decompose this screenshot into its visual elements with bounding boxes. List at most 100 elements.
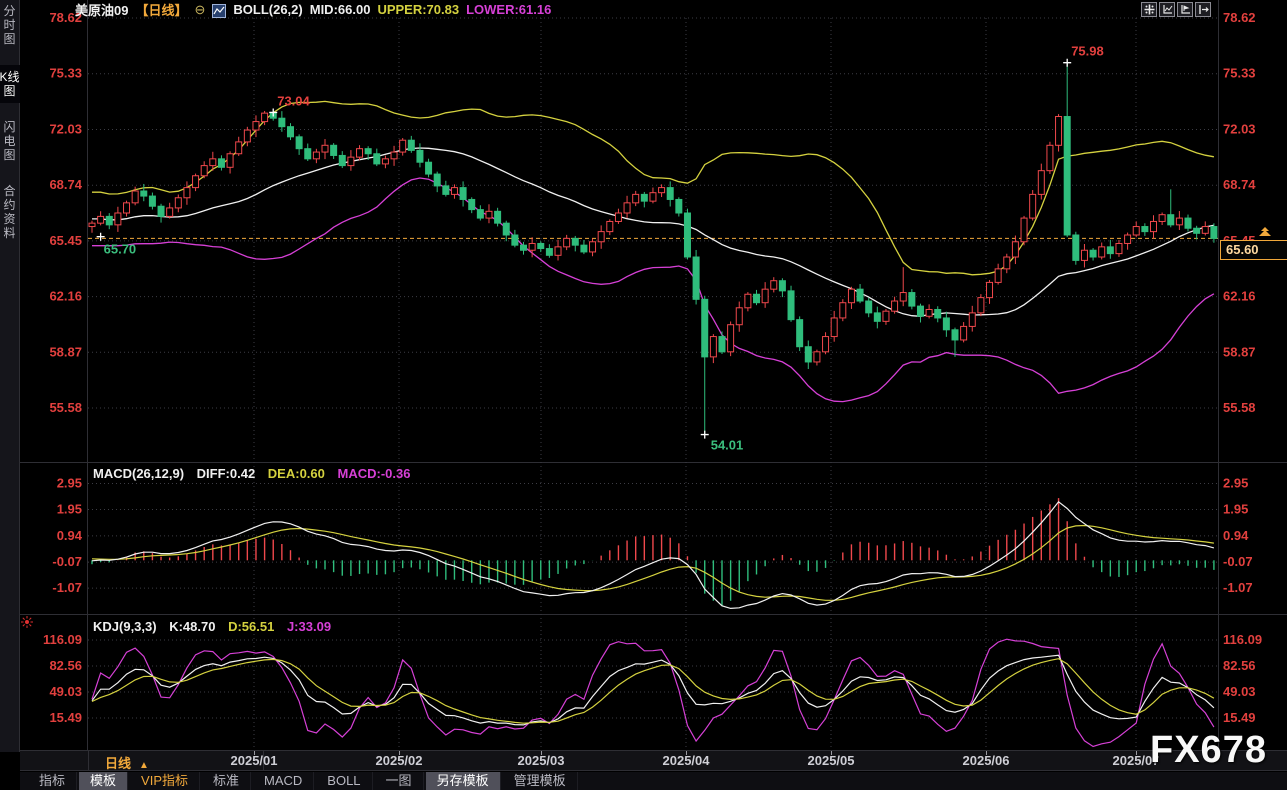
candle-body — [141, 191, 147, 196]
candle-body — [382, 159, 388, 164]
sidebar-item-kline-chart[interactable]: K线图 — [0, 65, 20, 103]
sidebar-item-flash-chart[interactable]: 闪电图 — [2, 120, 18, 162]
candle-body — [1202, 227, 1208, 234]
candle-body — [710, 337, 716, 357]
chart-header: 美原油09 【日线】 ⊖ BOLL(26,2) MID:66.00 UPPER:… — [75, 2, 558, 17]
move-tool-button[interactable] — [1141, 2, 1157, 17]
candle-body — [1099, 247, 1105, 257]
candle-body — [305, 149, 311, 159]
candle-body — [572, 238, 578, 245]
candle-body — [408, 140, 414, 150]
tab-templates[interactable]: 模板 — [79, 772, 128, 790]
sidebar-item-contract-info[interactable]: 合约资料 — [2, 184, 18, 240]
boll-chart-icon — [212, 4, 226, 18]
candle-body — [503, 223, 509, 235]
sidebar-item-time-chart[interactable]: 分时图 — [2, 4, 18, 46]
candle-body — [158, 206, 164, 216]
macd-ytick-left: 1.95 — [57, 502, 82, 517]
macd-ytick-right: -1.07 — [1223, 580, 1253, 595]
price-annotation: 73.04 — [277, 93, 310, 108]
candle-body — [590, 242, 596, 252]
candle-body — [684, 213, 690, 257]
candle-body — [702, 299, 708, 357]
macd-macd-value: MACD:-0.36 — [338, 466, 411, 481]
x-axis-label: 2025/04 — [651, 753, 721, 768]
candle-body — [236, 142, 242, 154]
current-price-box: 65.60 — [1220, 240, 1287, 260]
candle-body — [1150, 221, 1156, 231]
candle-body — [995, 269, 1001, 283]
macd-header: MACD(26,12,9) DIFF:0.42 DEA:0.60 MACD:-0… — [93, 466, 419, 481]
price-up-arrow-icon — [1259, 227, 1271, 236]
kdj-ytick-right: 49.03 — [1223, 684, 1256, 699]
candle-body — [900, 293, 906, 301]
candle-body — [1107, 247, 1113, 254]
tab-macd[interactable]: MACD — [253, 772, 314, 790]
candle-body — [521, 245, 527, 250]
candle-body — [322, 145, 328, 152]
kdj-ytick-left: 116.09 — [43, 632, 82, 647]
price-marker-cross — [1063, 59, 1071, 67]
tab-save-template[interactable]: 另存模板 — [426, 772, 501, 790]
candle-body — [244, 130, 250, 142]
macd-ytick-right: -0.07 — [1223, 554, 1253, 569]
sidebar: 分时图 K线图闪电图合约资料 — [0, 0, 20, 752]
price-annotation: 54.01 — [711, 438, 744, 453]
candle-body — [892, 301, 898, 311]
candle-body — [814, 352, 820, 362]
x-axis-label: 2025/06 — [951, 753, 1021, 768]
candle-body — [279, 118, 285, 126]
tab-one-chart[interactable]: 一图 — [375, 772, 424, 790]
candle-body — [615, 213, 621, 221]
candle-body — [909, 293, 915, 307]
candle-body — [477, 210, 483, 218]
candle-body — [1064, 117, 1070, 235]
axis-flag-button[interactable] — [1177, 2, 1193, 17]
x-axis-label: 2025/03 — [506, 753, 576, 768]
candlestick-chart[interactable]: 78.6278.6275.3375.3372.0372.0368.7468.74… — [0, 0, 1287, 750]
candle-body — [1090, 250, 1096, 257]
tab-boll[interactable]: BOLL — [316, 772, 372, 790]
candle-body — [348, 157, 354, 165]
candle-body — [391, 152, 397, 159]
candle-body — [943, 318, 949, 330]
macd-ytick-left: -1.07 — [52, 580, 82, 595]
candle-body — [917, 306, 923, 316]
tab-standard[interactable]: 标准 — [202, 772, 251, 790]
price-marker-cross — [97, 233, 105, 241]
period-selector[interactable]: 日线▲ — [105, 753, 149, 772]
candle-body — [935, 309, 941, 317]
candle-body — [805, 347, 811, 362]
candle-body — [218, 159, 224, 167]
candle-body — [987, 282, 993, 297]
collapse-icon[interactable]: ⊖ — [194, 2, 205, 18]
kdj-j-line — [92, 639, 1214, 746]
tab-indicators[interactable]: 指标 — [28, 772, 77, 790]
candle-body — [779, 281, 785, 291]
alert-sun-icon — [20, 615, 34, 634]
candle-body — [1116, 243, 1122, 253]
kdj-header: KDJ(9,3,3) K:48.70 D:56.51 J:33.09 — [93, 619, 340, 634]
candle-body — [883, 311, 889, 321]
candle-body — [555, 247, 561, 255]
candle-body — [426, 162, 432, 174]
candle-body — [331, 145, 337, 155]
exit-panel-button[interactable] — [1195, 2, 1211, 17]
candle-body — [667, 188, 673, 200]
candle-body — [374, 154, 380, 164]
candle-body — [641, 194, 647, 201]
tab-manage-template[interactable]: 管理模板 — [503, 772, 578, 790]
candle-body — [659, 188, 665, 193]
macd-title: MACD(26,12,9) — [93, 466, 184, 481]
tab-vip-indicators[interactable]: VIP指标 — [130, 772, 200, 790]
axis-scale-button[interactable] — [1159, 2, 1175, 17]
candle-body — [132, 191, 138, 203]
candle-body — [745, 294, 751, 308]
price-annotation: 65.70 — [104, 242, 137, 257]
candle-body — [262, 113, 268, 121]
candle-body — [339, 155, 345, 165]
main-ytick-right: 62.16 — [1223, 289, 1256, 304]
candle-body — [287, 127, 293, 137]
candle-body — [124, 203, 130, 213]
instrument-title: 美原油09 — [75, 0, 128, 19]
